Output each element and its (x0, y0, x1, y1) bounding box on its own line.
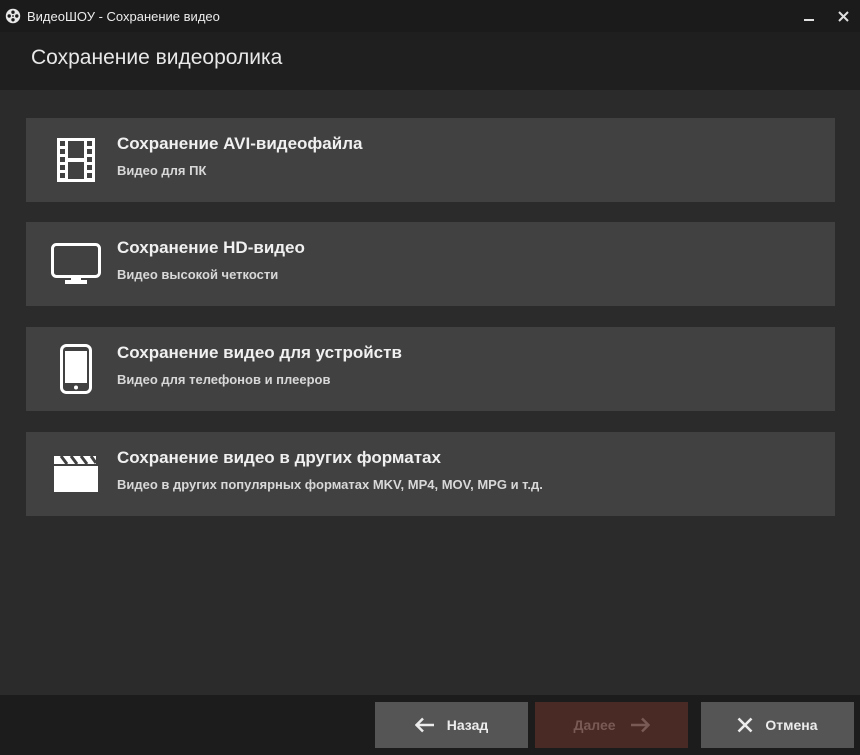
clapperboard-icon (50, 448, 102, 500)
option-subtitle: Видео высокой четкости (117, 267, 279, 282)
film-reel-icon (5, 8, 21, 24)
option-title: Сохранение видео в других форматах (117, 448, 441, 467)
option-save-other-formats[interactable]: Сохранение видео в других форматах Видео… (26, 432, 835, 516)
back-button[interactable]: Назад (375, 702, 528, 748)
option-save-devices[interactable]: Сохранение видео для устройств Видео для… (26, 327, 835, 411)
option-subtitle: Видео в других популярных форматах MKV, … (117, 477, 543, 492)
option-title: Сохранение HD-видео (117, 238, 305, 257)
option-save-hd[interactable]: Сохранение HD-видео Видео высокой четкос… (26, 222, 835, 306)
footer-bar: Назад Далее Отмена (0, 695, 860, 755)
close-icon (837, 10, 849, 22)
back-button-label: Назад (446, 717, 489, 733)
close-icon (737, 717, 753, 733)
window-controls (792, 0, 860, 32)
cancel-button[interactable]: Отмена (701, 702, 854, 748)
next-button[interactable]: Далее (535, 702, 688, 748)
window-title: ВидеоШОУ - Сохранение видео (27, 8, 220, 24)
option-subtitle: Видео для ПК (117, 163, 207, 178)
page-title: Сохранение видеоролика (31, 46, 283, 69)
minimize-button[interactable] (792, 0, 826, 32)
next-button-label: Далее (573, 717, 616, 733)
arrow-left-icon (414, 717, 435, 733)
app-window: ВидеоШОУ - Сохранение видео Сохранение в… (0, 0, 860, 755)
minimize-icon (804, 19, 814, 21)
save-options-panel: Сохранение AVI-видеофайла Видео для ПК С… (0, 90, 860, 695)
film-strip-icon (50, 134, 102, 186)
smartphone-icon (50, 343, 102, 395)
close-window-button[interactable] (826, 0, 860, 32)
option-title: Сохранение AVI-видеофайла (117, 134, 363, 153)
monitor-icon (50, 238, 102, 290)
arrow-right-icon (630, 717, 650, 733)
page-header: Сохранение видеоролика (0, 32, 860, 90)
option-subtitle: Видео для телефонов и плееров (117, 372, 331, 387)
option-save-avi[interactable]: Сохранение AVI-видеофайла Видео для ПК (26, 118, 835, 202)
option-title: Сохранение видео для устройств (117, 343, 402, 362)
title-bar[interactable]: ВидеоШОУ - Сохранение видео (0, 0, 860, 32)
cancel-button-label: Отмена (765, 717, 818, 733)
